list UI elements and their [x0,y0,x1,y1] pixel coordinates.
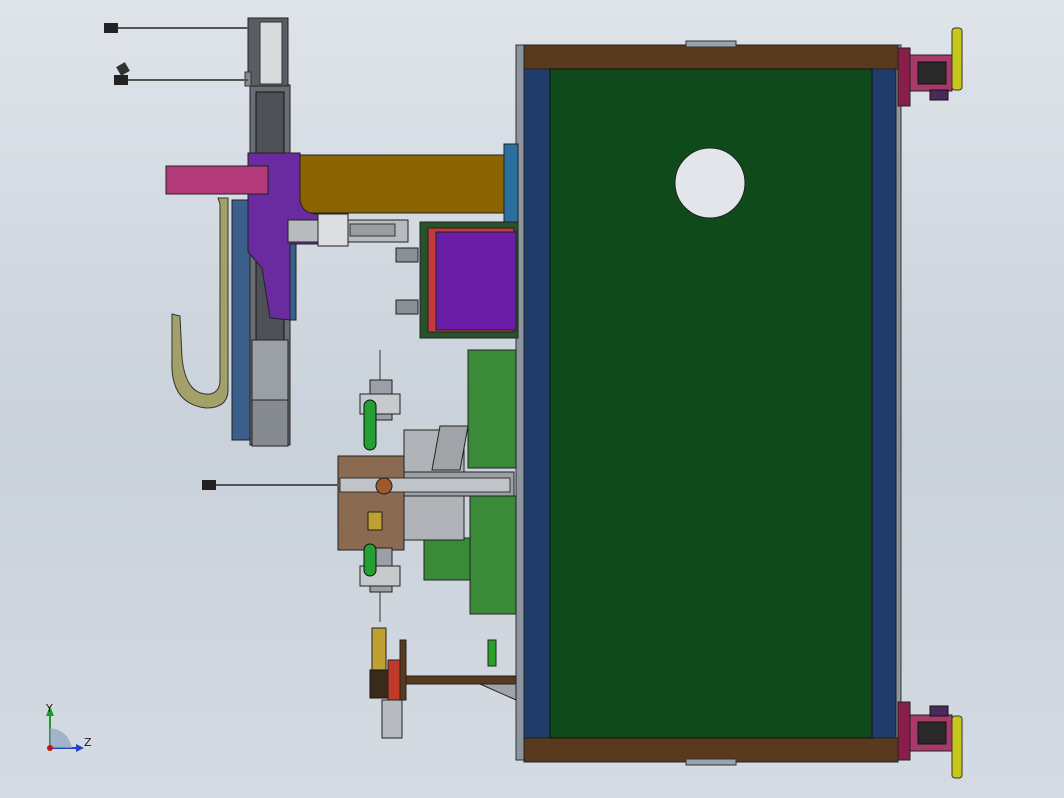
triad-origin [47,745,53,751]
mount-plate [165,165,269,195]
cad-viewport[interactable]: Y Z [0,0,1064,798]
triad-y-label: Y [45,702,53,715]
cable-middle [202,480,340,490]
cable-top [104,23,248,85]
leveling-foot-bottom [897,701,963,779]
model-drawing[interactable]: Y Z [0,0,1064,798]
coordinate-triad: Y Z [45,702,92,752]
gripper-box [395,221,519,339]
nozzle-holder-bottom [359,543,401,622]
leveling-foot-top [897,27,963,107]
machine-frame [515,40,902,766]
hook-guide [171,197,229,409]
triad-z-label: Z [84,736,92,749]
nozzle-holder-top [359,350,401,451]
